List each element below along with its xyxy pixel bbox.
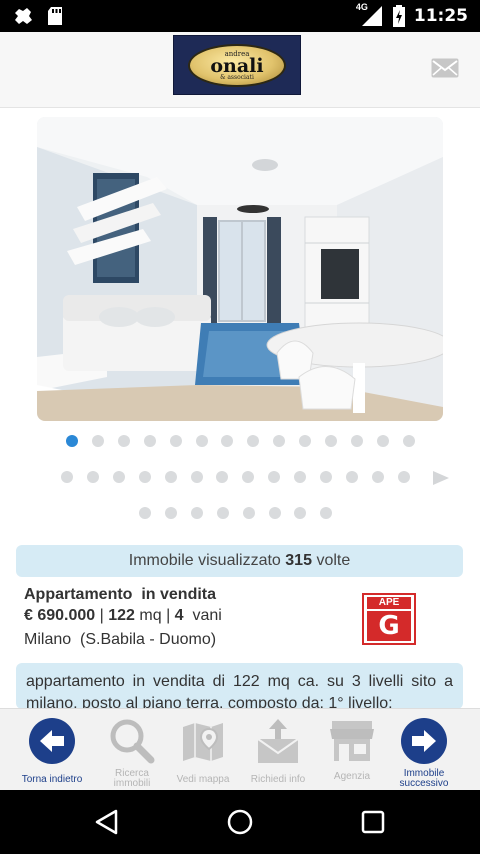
- gallery-dot[interactable]: [268, 471, 280, 483]
- listing-info: Appartamento in vendita € 690.000 | 122 …: [24, 586, 354, 649]
- mail-icon[interactable]: [431, 58, 459, 78]
- listing-price: € 690.000: [24, 607, 96, 624]
- gallery-dot[interactable]: [247, 435, 259, 447]
- gallery-pagination: [0, 432, 480, 527]
- arrow-left-circle-icon: [29, 718, 75, 764]
- listing-status: in vendita: [141, 586, 217, 603]
- gallery-dot[interactable]: [403, 435, 415, 447]
- next-label-line2: successivo: [399, 778, 449, 789]
- listing-area-value: 122: [108, 607, 135, 624]
- views-prefix: Immobile visualizzato: [128, 552, 281, 569]
- map-pin-icon: [183, 723, 223, 761]
- gallery-dot[interactable]: [196, 435, 208, 447]
- listing-zone: (S.Babila - Duomo): [80, 631, 217, 648]
- gallery-dot[interactable]: [242, 471, 254, 483]
- gallery-dot[interactable]: [351, 435, 363, 447]
- gallery-dot[interactable]: [273, 435, 285, 447]
- gallery-dot[interactable]: [118, 435, 130, 447]
- storefront-icon: [330, 721, 374, 761]
- map-label: Vedi mappa: [176, 774, 230, 785]
- gallery-dot[interactable]: [372, 471, 384, 483]
- request-info-button[interactable]: Richiedi info: [241, 709, 315, 791]
- signal-indicator: 4G: [356, 2, 384, 28]
- gallery-dot[interactable]: [346, 471, 358, 483]
- magnifier-icon: [110, 719, 155, 764]
- gallery-dot[interactable]: [66, 435, 78, 447]
- system-nav-bar: [0, 790, 480, 854]
- gallery-dot[interactable]: [165, 507, 177, 519]
- listing-details: € 690.000 | 122 mq | 4 vani: [24, 607, 222, 624]
- search-label-line2: immobili: [113, 778, 151, 789]
- views-suffix: volte: [316, 552, 351, 569]
- bottom-toolbar: Torna indietro Ricerca immobili Vedi map…: [0, 708, 480, 790]
- views-count: 315: [285, 552, 312, 569]
- search-properties-button[interactable]: Ricerca immobili: [95, 709, 169, 791]
- property-photo[interactable]: [37, 117, 443, 421]
- logo-oval: andrea onali & associati: [188, 44, 286, 87]
- home-circle-icon[interactable]: [227, 809, 253, 835]
- gallery-dot[interactable]: [243, 507, 255, 519]
- gallery-dot[interactable]: [191, 507, 203, 519]
- back-label: Torna indietro: [21, 774, 83, 785]
- gallery-dot[interactable]: [139, 471, 151, 483]
- gallery-dot[interactable]: [165, 471, 177, 483]
- signal-icon: [361, 6, 382, 26]
- gallery-dot[interactable]: [144, 435, 156, 447]
- arrow-right-circle-icon: [401, 718, 447, 764]
- agency-button[interactable]: Agenzia: [315, 709, 389, 791]
- status-bar: 4G 11:25: [0, 0, 480, 32]
- puzzle-notification-icon: [15, 8, 32, 24]
- ape-label: APE: [367, 597, 411, 609]
- gallery-dot[interactable]: [92, 435, 104, 447]
- gallery-dot[interactable]: [216, 471, 228, 483]
- gallery-dot[interactable]: [217, 507, 229, 519]
- gallery-dot[interactable]: [299, 435, 311, 447]
- back-button[interactable]: Torna indietro: [15, 709, 89, 791]
- status-indicators: 4G 11:25: [356, 2, 468, 28]
- gallery-dot[interactable]: [221, 435, 233, 447]
- app-header: andrea onali & associati: [0, 32, 480, 108]
- gallery-dot[interactable]: [139, 507, 151, 519]
- logo-bottom-text: & associati: [220, 74, 254, 81]
- apartment-interior-photo: [37, 117, 443, 421]
- listing-rooms-unit: vani: [192, 607, 222, 624]
- energy-class-badge: APE G: [362, 593, 416, 645]
- views-counter: Immobile visualizzato 315 volte: [16, 545, 463, 577]
- status-time: 11:25: [413, 6, 468, 26]
- sd-card-icon: [48, 7, 62, 25]
- listing-description: appartamento in vendita di 122 mq ca. su…: [16, 663, 463, 709]
- status-notifications: [12, 5, 64, 27]
- gallery-dot[interactable]: [269, 507, 281, 519]
- agency-logo[interactable]: andrea onali & associati: [173, 35, 301, 95]
- gallery-dot[interactable]: [113, 471, 125, 483]
- ape-class: G: [367, 611, 411, 641]
- agency-label: Agenzia: [333, 771, 371, 782]
- back-triangle-icon[interactable]: [94, 809, 120, 835]
- envelope-upload-icon: [257, 719, 299, 763]
- gallery-dot[interactable]: [191, 471, 203, 483]
- listing-area-unit: mq: [139, 607, 162, 624]
- next-image-arrow-icon[interactable]: [432, 470, 450, 486]
- listing-location: Milano (S.Babila - Duomo): [24, 631, 354, 649]
- gallery-dot[interactable]: [294, 471, 306, 483]
- listing-city: Milano: [24, 631, 72, 648]
- gallery-dot[interactable]: [170, 435, 182, 447]
- gallery-dot[interactable]: [61, 471, 73, 483]
- gallery-dot[interactable]: [325, 435, 337, 447]
- gallery-dot[interactable]: [377, 435, 389, 447]
- next-property-button[interactable]: Immobile successivo: [387, 709, 461, 791]
- gallery-dot[interactable]: [87, 471, 99, 483]
- gallery-dot[interactable]: [294, 507, 306, 519]
- gallery-dot[interactable]: [398, 471, 410, 483]
- gallery-dot[interactable]: [320, 507, 332, 519]
- gallery-dot[interactable]: [320, 471, 332, 483]
- battery-icon: [392, 5, 405, 27]
- listing-type: Appartamento: [24, 586, 133, 603]
- request-info-label: Richiedi info: [250, 774, 306, 785]
- listing-rooms-value: 4: [174, 607, 184, 624]
- recents-square-icon[interactable]: [361, 810, 385, 834]
- map-button[interactable]: Vedi mappa: [166, 709, 240, 791]
- listing-title: Appartamento in vendita: [24, 586, 354, 604]
